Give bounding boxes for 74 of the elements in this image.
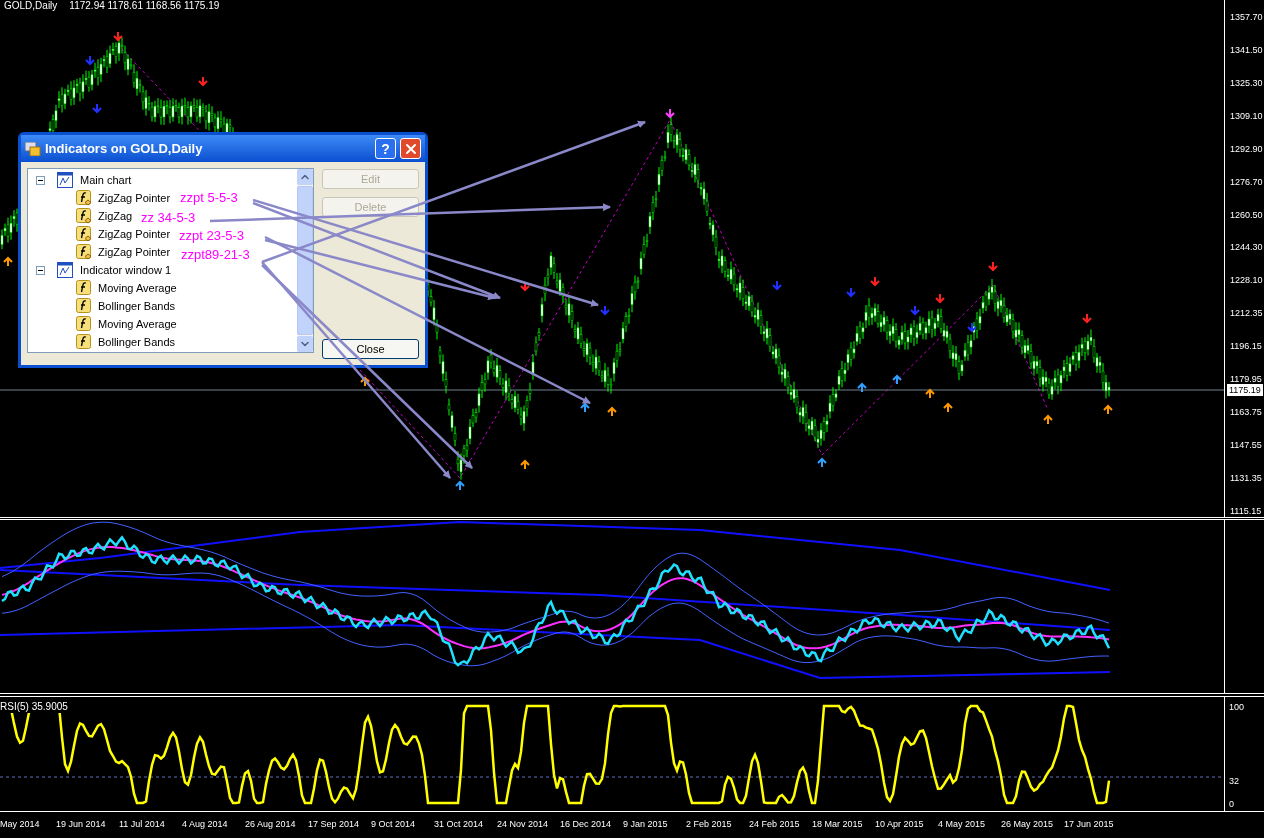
chart-window-icon: [57, 262, 73, 278]
date-label: 24 Nov 2014: [496, 818, 550, 831]
date-label: 10 Apr 2015: [874, 818, 925, 831]
price-label: 1244.30: [1229, 241, 1264, 254]
current-price-label: 1175.19: [1227, 384, 1263, 396]
tree-item[interactable]: Main chart: [80, 171, 132, 189]
date-label: 26 May 2015: [1000, 818, 1055, 831]
price-label: 1131.35: [1229, 471, 1263, 484]
price-label: 1212.35: [1229, 307, 1264, 320]
date-label: 9 Oct 2014: [370, 818, 417, 831]
date-label: 24 Feb 2015: [748, 818, 801, 831]
help-button[interactable]: ?: [375, 138, 396, 159]
chart-window-icon: [57, 172, 73, 188]
price-label: 1147.55: [1229, 439, 1263, 451]
custom-function-icon: [76, 226, 92, 242]
date-label: 16 Dec 2014: [559, 818, 613, 831]
price-label: 1325.30: [1229, 76, 1264, 89]
custom-function-icon: [76, 190, 92, 206]
date-label: 4 May 2015: [937, 818, 987, 831]
annotation-label: zzpt 5-5-3: [180, 190, 238, 205]
price-label: 1309.10: [1229, 109, 1264, 122]
price-label: 1163.75: [1229, 406, 1263, 419]
tree-item[interactable]: Indicator window 1: [80, 261, 172, 279]
tree-item[interactable]: Moving Average: [98, 315, 177, 333]
ohlc-values: 1172.94 1178.61 1168.56 1175.19: [69, 0, 220, 12]
price-label: 1228.10: [1229, 274, 1264, 287]
price-label: 1115.15: [1229, 504, 1263, 517]
custom-function-icon: [76, 208, 92, 224]
tree-item[interactable]: ZigZag Pointer: [98, 225, 171, 243]
date-label: May 2014: [0, 818, 41, 831]
price-label: 1276.70: [1229, 175, 1264, 188]
custom-function-icon: [76, 244, 92, 260]
tree-item[interactable]: ZigZag: [98, 207, 133, 225]
rsi-axis-label: 32: [1228, 775, 1240, 789]
scroll-down-icon[interactable]: [297, 336, 313, 352]
date-label: 17 Sep 2014: [307, 818, 361, 831]
rsi-axis-label: 0: [1228, 797, 1235, 811]
tree-item[interactable]: Moving Average: [98, 279, 177, 297]
function-icon: [76, 316, 92, 332]
date-label: 18 Mar 2015: [811, 818, 864, 831]
price-label: 1357.70: [1229, 11, 1264, 23]
dialog-button[interactable]: Close: [322, 339, 419, 359]
close-icon[interactable]: [400, 138, 421, 159]
date-label: 19 Jun 2014: [55, 818, 107, 831]
tree-item[interactable]: Bollinger Bands: [98, 297, 176, 315]
date-label: 31 Oct 2014: [433, 818, 485, 831]
price-label: 1196.15: [1229, 340, 1263, 353]
date-label: 4 Aug 2014: [181, 818, 229, 831]
collapse-icon[interactable]: [36, 175, 45, 185]
scroll-up-icon[interactable]: [297, 169, 313, 185]
date-label: 11 Jul 2014: [118, 818, 166, 831]
function-icon: [76, 298, 92, 314]
collapse-icon[interactable]: [36, 265, 45, 275]
annotation-label: zzpt89-21-3: [181, 247, 250, 262]
function-icon: [76, 280, 92, 296]
date-label: 26 Aug 2014: [244, 818, 297, 831]
price-label: 1292.90: [1229, 142, 1264, 155]
annotation-label: zzpt 23-5-3: [179, 228, 245, 243]
dialog-title: Indicators on GOLD,Daily: [45, 139, 204, 158]
rsi-label: RSI(5) 35.9005: [0, 701, 68, 713]
price-label: 1260.50: [1229, 208, 1264, 221]
date-label: 17 Jun 2015: [1063, 818, 1115, 831]
price-label: 1179.95: [1229, 373, 1263, 386]
date-label: 9 Jan 2015: [622, 818, 669, 831]
price-label: 1341.50: [1229, 43, 1264, 56]
function-icon: [76, 334, 92, 350]
tree-item[interactable]: ZigZag Pointer: [98, 243, 171, 261]
tree-item[interactable]: Bollinger Bands: [98, 333, 176, 351]
rsi-axis-label: 100: [1228, 701, 1246, 714]
date-label: 2 Feb 2015: [685, 818, 733, 831]
annotation-label: zz 34-5-3: [141, 210, 196, 225]
tree-item[interactable]: ZigZag Pointer: [98, 189, 171, 207]
window-icon: [25, 141, 41, 156]
chart-title: GOLD,Daily: [3, 0, 58, 12]
